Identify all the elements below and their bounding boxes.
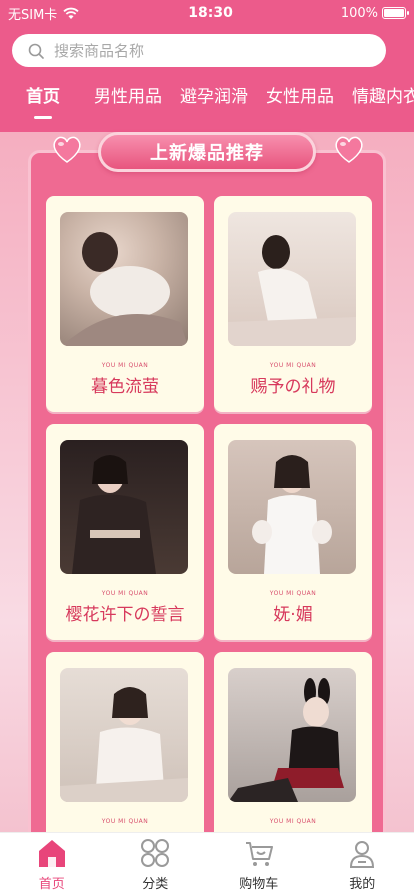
status-bar: 无SIM卡 18:30 100% (0, 0, 414, 26)
product-image (60, 212, 188, 346)
product-card[interactable]: YOU MI QUAN 樱花许下の誓言 (46, 424, 204, 640)
tabbar-label: 分类 (142, 877, 169, 892)
battery-icon (382, 7, 409, 19)
product-card[interactable]: YOU MI QUAN 妩·媚 (214, 424, 372, 640)
heart-decoration-icon (53, 136, 81, 163)
tabbar-label: 我的 (349, 877, 376, 892)
tab-male-products[interactable]: 男性用品 (94, 80, 162, 107)
tabbar-cart[interactable]: 购物车 (207, 833, 311, 896)
battery-percent: 100% (340, 5, 378, 21)
home-icon (38, 840, 65, 867)
tab-contraception[interactable]: 避孕润滑 (180, 80, 248, 107)
product-image (60, 440, 188, 574)
product-title: 妩·媚 (273, 605, 313, 625)
clock: 18:30 (188, 5, 233, 21)
product-title: 暮色流萤 (91, 377, 159, 397)
brand-label: YOU MI QUAN (101, 590, 149, 597)
tabbar-category[interactable]: 分类 (104, 833, 208, 896)
product-image (228, 668, 356, 802)
product-image (228, 440, 356, 574)
search-input[interactable] (54, 41, 354, 60)
heart-decoration-icon (335, 136, 363, 163)
brand-label: YOU MI QUAN (101, 818, 149, 825)
product-image (60, 668, 188, 802)
search-bar[interactable] (12, 34, 386, 67)
section-title: 上新爆品推荐 (98, 132, 316, 172)
brand-label: YOU MI QUAN (101, 362, 149, 369)
profile-icon (350, 841, 375, 868)
cart-icon (245, 842, 273, 866)
product-card[interactable]: YOU MI QUAN 暮色流萤 (46, 196, 204, 412)
bottom-tab-bar: 首页 分类 购物车 我的 (0, 832, 414, 896)
tabbar-home[interactable]: 首页 (0, 833, 104, 896)
product-image (228, 212, 356, 346)
tabbar-label: 首页 (38, 877, 65, 892)
tab-female-products[interactable]: 女性用品 (266, 80, 334, 107)
product-card[interactable]: YOU MI QUAN 赐予の礼物 (214, 196, 372, 412)
tab-home[interactable]: 首页 (26, 80, 60, 107)
brand-label: YOU MI QUAN (269, 590, 317, 597)
product-title: 樱花许下の誓言 (65, 605, 185, 625)
product-title: 赐予の礼物 (250, 377, 336, 397)
category-tabs: 首页 男性用品 避孕润滑 女性用品 情趣内衣 (0, 80, 414, 122)
tabbar-label: 购物车 (239, 877, 279, 892)
tab-lingerie[interactable]: 情趣内衣 (352, 80, 414, 107)
section-title-text: 上新爆品推荐 (150, 143, 264, 164)
category-icon (141, 839, 170, 867)
carrier-label: 无SIM卡 (8, 7, 58, 23)
wifi-icon (63, 7, 79, 19)
brand-label: YOU MI QUAN (269, 362, 317, 369)
brand-label: YOU MI QUAN (269, 818, 317, 825)
search-icon (28, 43, 44, 59)
tabbar-profile[interactable]: 我的 (311, 833, 414, 896)
top-header: 无SIM卡 18:30 100% 首页 男性用品 避孕润滑 女性用品 情趣内衣 (0, 0, 414, 132)
